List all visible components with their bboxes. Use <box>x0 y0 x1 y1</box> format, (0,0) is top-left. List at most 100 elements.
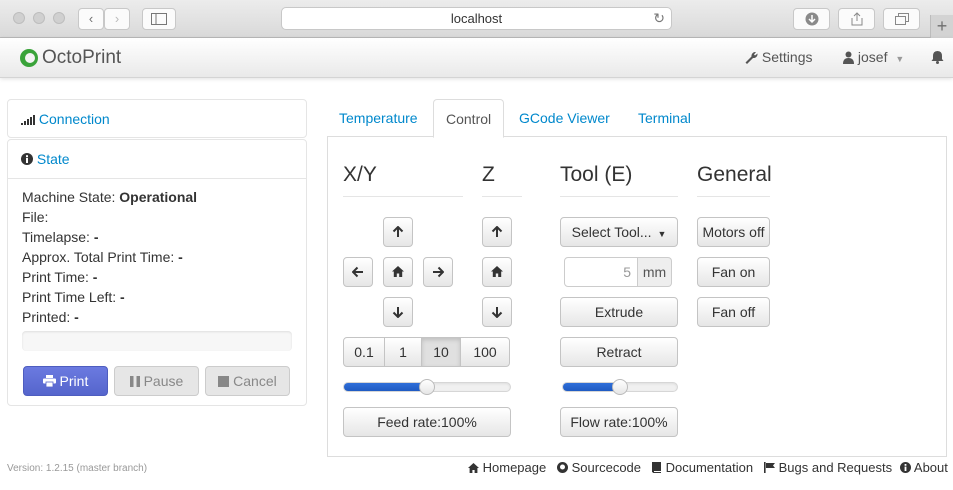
jog-z-plus-button[interactable] <box>482 217 512 247</box>
fan-off-button[interactable]: Fan off <box>697 297 770 327</box>
footer-documentation-link[interactable]: Documentation <box>651 460 753 475</box>
state-header[interactable]: State <box>8 140 306 178</box>
state-title: State <box>36 151 70 167</box>
stop-icon <box>218 376 230 387</box>
user-menu[interactable]: josef ▼ <box>843 49 904 65</box>
notifications-button[interactable] <box>931 49 944 65</box>
retract-button[interactable]: Retract <box>560 337 678 367</box>
xy-heading: X/Y <box>343 163 463 197</box>
address-bar[interactable]: localhost ↻ <box>281 7 672 30</box>
brand-link[interactable]: OctoPrint <box>20 47 121 69</box>
tab-gcode-viewer[interactable]: GCode Viewer <box>507 99 622 137</box>
arrow-up-icon <box>491 225 503 237</box>
z-heading: Z <box>482 163 522 197</box>
tab-control[interactable]: Control <box>433 99 505 138</box>
minimize-window-button[interactable] <box>33 12 45 24</box>
feed-rate-slider-handle[interactable] <box>419 379 435 395</box>
download-icon <box>805 12 818 26</box>
printed-value: - <box>74 309 79 325</box>
documentation-label: Documentation <box>665 460 754 475</box>
approx-print-time-row: Approx. Total Print Time: - <box>22 247 292 267</box>
arrow-left-icon <box>351 266 363 278</box>
bell-icon <box>931 51 944 64</box>
flow-rate-button[interactable]: Flow rate:100% <box>560 407 678 437</box>
approx-print-time-label: Approx. Total Print Time: <box>22 249 175 265</box>
downloads-button[interactable] <box>793 8 830 30</box>
printed-row: Printed: - <box>22 307 292 327</box>
caret-down-icon: ▼ <box>657 229 667 239</box>
close-window-button[interactable] <box>13 12 25 24</box>
sidebar-toggle-button[interactable] <box>142 8 176 30</box>
tabs-icon <box>894 13 909 25</box>
cancel-button[interactable]: Cancel <box>205 366 290 396</box>
footer-sourcecode-link[interactable]: Sourcecode <box>557 460 641 475</box>
sourcecode-label: Sourcecode <box>571 460 642 475</box>
step-100-button[interactable]: 100 <box>460 337 510 367</box>
flow-rate-slider-handle[interactable] <box>612 379 628 395</box>
home-z-button[interactable] <box>482 257 512 287</box>
step-0-1-button[interactable]: 0.1 <box>343 337 385 367</box>
home-icon <box>468 463 479 473</box>
chevron-left-icon: ‹ <box>88 11 94 26</box>
chevron-right-icon: › <box>114 11 120 26</box>
new-tab-button[interactable]: + <box>930 15 953 38</box>
machine-state-row: Machine State: Operational <box>22 187 292 207</box>
bugs-label: Bugs and Requests <box>778 460 893 475</box>
step-10-button[interactable]: 10 <box>421 337 461 367</box>
print-time-value: - <box>92 269 98 285</box>
footer-homepage-link[interactable]: Homepage <box>468 460 546 475</box>
jog-y-plus-button[interactable] <box>383 217 413 247</box>
tabs-overview-button[interactable] <box>883 8 920 30</box>
machine-state-value: Operational <box>119 189 198 205</box>
print-button[interactable]: Print <box>23 366 108 396</box>
forward-button[interactable]: › <box>104 8 130 30</box>
step-1-button[interactable]: 1 <box>384 337 422 367</box>
extrude-amount-input[interactable]: 5 <box>564 257 638 287</box>
pause-button[interactable]: Pause <box>114 366 199 396</box>
footer-bugs-link[interactable]: Bugs and Requests <box>764 460 892 475</box>
arrow-up-icon <box>392 225 404 237</box>
fan-on-button[interactable]: Fan on <box>697 257 770 287</box>
info-icon <box>900 462 911 473</box>
print-time-row: Print Time: - <box>22 267 292 287</box>
feed-rate-slider[interactable] <box>343 379 511 395</box>
signal-icon <box>21 115 35 125</box>
caret-down-icon: ▼ <box>895 54 905 64</box>
timelapse-row: Timelapse: - <box>22 227 292 247</box>
jog-y-minus-button[interactable] <box>383 297 413 327</box>
machine-state-label: Machine State: <box>22 189 116 205</box>
printed-label: Printed: <box>22 309 71 325</box>
back-button[interactable]: ‹ <box>78 8 104 30</box>
reload-icon[interactable]: ↻ <box>653 8 665 29</box>
approx-print-time-value: - <box>178 249 183 265</box>
about-label: About <box>913 460 948 475</box>
arrow-down-icon <box>392 307 404 319</box>
jog-z-minus-button[interactable] <box>482 297 512 327</box>
book-icon <box>652 462 661 473</box>
footer-about-link[interactable]: About <box>900 460 948 475</box>
select-tool-dropdown[interactable]: Select Tool... ▼ <box>560 217 678 247</box>
flow-rate-slider[interactable] <box>562 379 678 395</box>
jog-x-plus-button[interactable] <box>423 257 453 287</box>
feed-rate-button[interactable]: Feed rate:100% <box>343 407 511 437</box>
extrude-button[interactable]: Extrude <box>560 297 678 327</box>
user-icon <box>843 51 854 64</box>
zoom-window-button[interactable] <box>53 12 65 24</box>
tab-temperature[interactable]: Temperature <box>327 99 430 137</box>
share-button[interactable] <box>838 8 875 30</box>
pause-icon <box>129 376 140 387</box>
jog-x-minus-button[interactable] <box>343 257 373 287</box>
cancel-label: Cancel <box>233 373 277 389</box>
motors-off-button[interactable]: Motors off <box>697 217 770 247</box>
settings-link[interactable]: Settings <box>744 49 812 65</box>
print-time-left-label: Print Time Left: <box>22 289 117 305</box>
tab-terminal[interactable]: Terminal <box>626 99 703 137</box>
sidebar-icon <box>151 13 167 25</box>
file-row: File: <box>22 207 292 227</box>
connection-header[interactable]: Connection <box>8 100 306 138</box>
arrow-down-icon <box>491 307 503 319</box>
print-time-label: Print Time: <box>22 269 89 285</box>
home-xy-button[interactable] <box>383 257 413 287</box>
flag-icon <box>764 462 775 473</box>
pause-label: Pause <box>143 373 184 389</box>
